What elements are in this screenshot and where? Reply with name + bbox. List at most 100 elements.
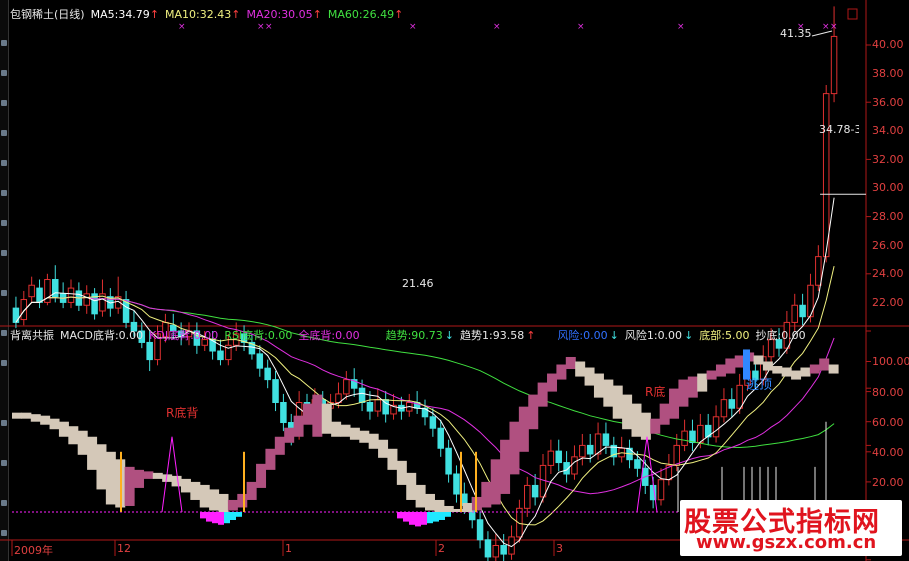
stock-chart[interactable]: × × × × × × × × × ×: [0, 0, 909, 561]
indicator-bar: [800, 367, 811, 377]
r-divergence-label: R底背: [166, 406, 199, 420]
corner-box-icon: [847, 8, 858, 20]
indicator-bar: [725, 358, 736, 374]
candle-body: [586, 444, 594, 455]
indicator-bar: [481, 481, 492, 508]
candle-body: [555, 450, 562, 464]
signal-marker-icon: ×: [409, 22, 417, 32]
indicator-bar: [490, 459, 501, 505]
signal-marker-icon: ×: [577, 22, 585, 32]
indicator-tick: 20.00: [872, 476, 904, 489]
ma60-arrow-icon: ↑: [394, 8, 404, 21]
candle-body: [657, 479, 665, 501]
indicator-bar: [462, 502, 473, 512]
indicator-panel-header: 背离共振 MACD底背:0.00 KDJ底背:0.00 RSI底背:0.00 全底背:0…: [10, 329, 812, 343]
high-price-label: 41.35: [780, 27, 812, 40]
ma10-value: MA10:32.43: [165, 8, 232, 21]
negative-bar: [433, 512, 439, 522]
indicator-bar: [321, 403, 332, 434]
signal-marker-icon: ×: [265, 22, 273, 32]
candle-body: [366, 402, 374, 412]
negative-bar: [206, 512, 212, 522]
candle-body: [445, 447, 452, 475]
candle-body: [791, 304, 798, 323]
indicator-bar: [622, 394, 633, 430]
candle-body: [681, 430, 688, 446]
candle-body: [736, 384, 743, 409]
indicator-bar: [500, 439, 511, 494]
date-tick: 2009年: [14, 544, 53, 557]
price-tick: 38.00: [872, 67, 904, 80]
indicator-bar: [312, 394, 323, 437]
indicator-bar: [509, 421, 520, 475]
indicator-tick: 80.00: [872, 386, 904, 399]
ma60-value: MA60:26.49: [327, 8, 395, 21]
indicator-bar: [547, 373, 558, 392]
indicator-bar: [180, 478, 191, 493]
indicator-bar: [284, 427, 295, 443]
indicator-bar: [528, 394, 539, 430]
price-tick: 32.00: [872, 153, 904, 166]
rsi-value: RSI底背:0.00: [224, 329, 293, 342]
last-price-label: 34.78-3: [819, 123, 859, 136]
indicator-bar: [612, 385, 623, 419]
indicator-bar: [87, 436, 98, 470]
indicator-bar: [603, 379, 614, 407]
stock-title: 包钢稀土(日线): [10, 8, 85, 21]
indicator-bar: [218, 493, 229, 512]
indicator-bar: [425, 493, 435, 511]
indicator-bar: [753, 355, 764, 365]
price-tick: 40.00: [872, 38, 904, 51]
indicator-bar: [30, 414, 41, 422]
indicator-bar: [12, 412, 22, 419]
indicator-tick: 60.00: [872, 416, 904, 429]
indicator-bar: [246, 481, 257, 500]
candle-body: [36, 287, 43, 303]
indicator-bar: [443, 505, 454, 512]
negative-bar: [403, 512, 409, 522]
indicator-bar: [565, 356, 576, 370]
ma5-arrow-icon: ↑: [149, 8, 160, 21]
signal-marker-icon: ×: [677, 22, 685, 32]
price-tick: 28.00: [872, 210, 904, 223]
indicator-bar: [434, 499, 445, 512]
candle-body: [571, 456, 578, 475]
candle-body: [453, 473, 460, 495]
negative-bar: [409, 512, 415, 525]
signal-marker-icon: ×: [822, 22, 830, 32]
candle-body: [343, 379, 350, 395]
date-tick: 12: [117, 542, 131, 555]
candle-body: [728, 399, 736, 409]
negative-bar: [415, 512, 421, 527]
trend-arrow-icon: ↓: [444, 329, 455, 342]
trend-value: 趋势:90.73: [385, 329, 443, 342]
price-tick: 22.00: [872, 296, 904, 309]
chart-window: × × × × × × × × × × 包钢稀土(日线) MA5:34.79↑ MA10:32.43↑…: [0, 0, 909, 561]
candle-body: [822, 93, 830, 258]
candle-body: [374, 399, 382, 412]
indicator-bar: [518, 406, 529, 452]
price-tick: 36.00: [872, 96, 904, 109]
candle-body: [579, 444, 586, 458]
candle-body: [256, 353, 264, 369]
trend1-value: 趋势1:93.58: [460, 329, 525, 342]
indicator-tick: 40.00: [872, 446, 904, 459]
indicator-bar: [359, 430, 370, 443]
price-tick: 24.00: [872, 267, 904, 280]
negative-bar: [212, 512, 218, 524]
watermark-logo: 股票公式指标网 www.gszx.com.cn: [680, 500, 902, 556]
candle-body: [28, 284, 35, 298]
risk-value: 风险:0.00: [557, 329, 608, 342]
negative-bar: [427, 512, 433, 524]
indicator-bar: [659, 403, 670, 425]
indicator-bar: [640, 412, 651, 440]
indicator-bar: [593, 373, 604, 398]
price-tick: 26.00: [872, 239, 904, 252]
indicator-name: 背离共振: [10, 329, 54, 342]
low-price-label: 21.46: [402, 277, 434, 290]
candle-body: [602, 433, 610, 446]
candle-body: [720, 399, 728, 418]
indicator-bar: [171, 475, 182, 487]
indicator-bar: [584, 367, 595, 386]
risk-arrow-icon: ↓: [609, 329, 619, 342]
